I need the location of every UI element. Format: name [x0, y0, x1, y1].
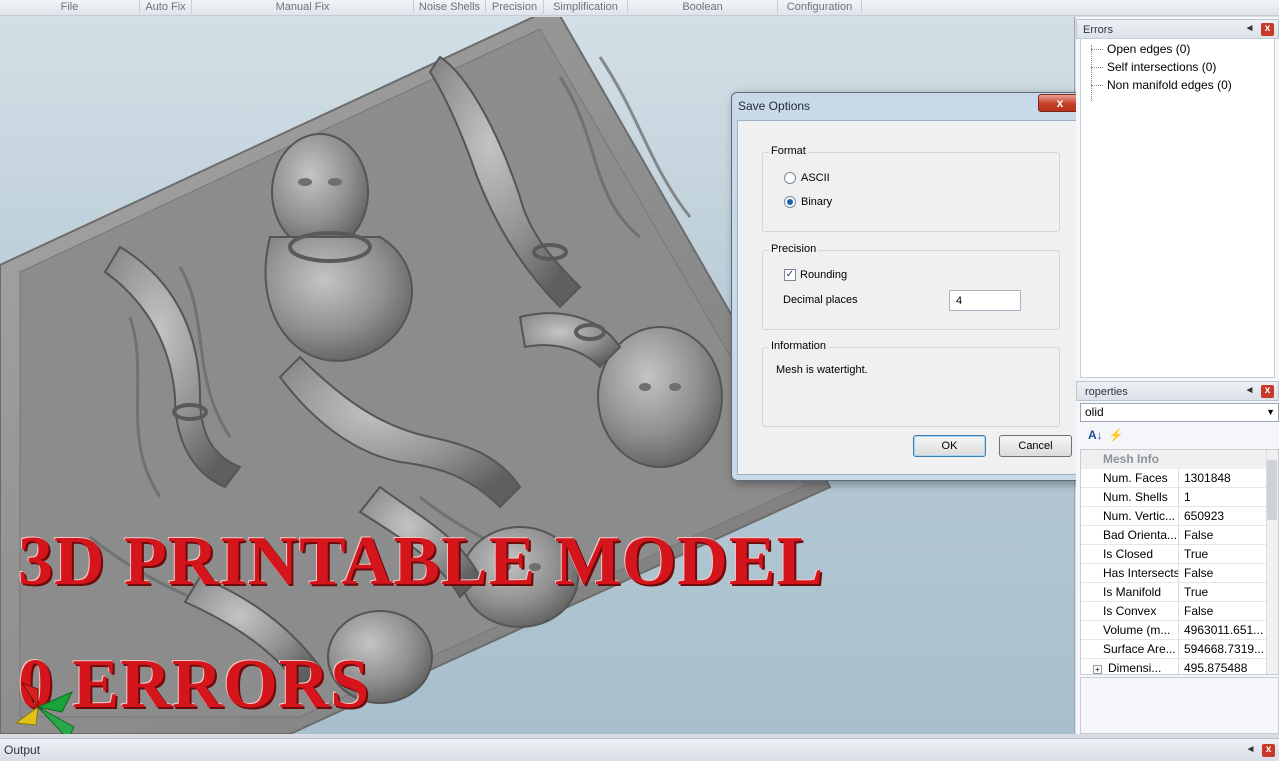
property-value: 495.875488 [1184, 661, 1248, 675]
property-row-dimensions[interactable]: + Dimensi... 495.875488 [1081, 659, 1278, 675]
errors-tree: Open edges (0) Self intersections (0) No… [1080, 38, 1275, 378]
property-value: True [1184, 547, 1209, 561]
property-row[interactable]: Num. Faces 1301848 [1081, 469, 1278, 488]
property-value: False [1184, 528, 1214, 542]
radio-ascii-indicator [784, 172, 796, 184]
pin-icon[interactable]: ◄ [1243, 23, 1256, 36]
format-group: Format ASCII Binary [762, 145, 1060, 232]
property-name-text: Dimensi... [1108, 661, 1162, 675]
property-value: True [1184, 585, 1209, 599]
properties-grid: Mesh Info Num. Faces 1301848 Num. Shells 1… [1080, 449, 1279, 675]
format-ascii-radio[interactable]: ASCII [784, 172, 830, 184]
ribbon-group-auto-fix[interactable]: Auto Fix [140, 0, 192, 14]
checkmark-icon: ✓ [784, 269, 796, 281]
close-icon: x [1056, 96, 1064, 110]
property-name: + Dimensi... [1081, 659, 1179, 675]
precision-group-label: Precision [769, 243, 819, 255]
format-group-label: Format [769, 145, 808, 157]
properties-toolbar: A↓ ⚡ [1080, 424, 1279, 446]
ribbon-group-simplification[interactable]: Simplification [544, 0, 628, 14]
cancel-button[interactable]: Cancel [999, 435, 1072, 457]
property-row[interactable]: Num. Vertic... 650923 [1081, 507, 1278, 526]
property-row[interactable]: Is Manifold True [1081, 583, 1278, 602]
property-row[interactable]: Has Intersects False [1081, 564, 1278, 583]
property-name: Num. Faces [1081, 469, 1179, 487]
close-icon[interactable]: x [1261, 385, 1274, 398]
format-binary-radio[interactable]: Binary [784, 196, 832, 208]
properties-panel-title: roperties [1085, 386, 1128, 398]
close-icon[interactable]: x [1262, 744, 1275, 757]
property-name: Has Intersects [1081, 564, 1179, 582]
information-group: Information Mesh is watertight. [762, 340, 1060, 427]
property-name: Num. Vertic... [1081, 507, 1179, 525]
pin-icon[interactable]: ◄ [1244, 744, 1257, 757]
category-mesh-info[interactable]: Mesh Info [1081, 450, 1278, 469]
information-group-label: Information [769, 340, 829, 352]
format-ascii-label: ASCII [801, 172, 830, 184]
property-name: Is Closed [1081, 545, 1179, 563]
output-panel-title: Output [4, 743, 41, 757]
property-value: False [1184, 566, 1214, 580]
property-row[interactable]: Is Closed True [1081, 545, 1278, 564]
save-options-dialog: Save Options x Format ASCII Binary Preci… [731, 92, 1089, 481]
expand-icon[interactable]: + [1093, 665, 1102, 674]
lightning-icon[interactable]: ⚡ [1109, 428, 1124, 442]
property-name: Surface Are... [1081, 640, 1179, 658]
information-text: Mesh is watertight. [776, 364, 868, 376]
ribbon-group-configuration[interactable]: Configuration [778, 0, 862, 14]
format-binary-label: Binary [801, 196, 833, 208]
object-selector-value: olid [1085, 405, 1104, 419]
errors-panel-title: Errors [1083, 24, 1113, 36]
property-value: 4963011.651... [1184, 623, 1264, 637]
pin-icon[interactable]: ◄ [1243, 385, 1256, 398]
properties-panel-header: roperties ◄ x [1076, 381, 1279, 401]
axis-triad-icon [14, 681, 75, 734]
scrollbar-thumb[interactable] [1267, 460, 1277, 520]
dialog-body: Format ASCII Binary Precision ✓ Rounding… [737, 120, 1083, 475]
errors-panel-header: Errors ◄ x [1076, 19, 1279, 39]
property-row[interactable]: Volume (m... 4963011.651... [1081, 621, 1278, 640]
property-value: False [1184, 604, 1214, 618]
chevron-down-icon: ▼ [1266, 407, 1275, 417]
tree-item-non-manifold-edges[interactable]: Non manifold edges (0) [1087, 78, 1232, 92]
property-row[interactable]: Is Convex False [1081, 602, 1278, 621]
property-value: 650923 [1184, 509, 1225, 523]
ribbon-group-boolean[interactable]: Boolean [628, 0, 778, 14]
rounding-label: Rounding [800, 269, 848, 281]
decimal-places-label: Decimal places [783, 294, 858, 306]
property-row[interactable]: Num. Shells 1 [1081, 488, 1278, 507]
tree-item-open-edges[interactable]: Open edges (0) [1087, 42, 1190, 56]
property-value: 1301848 [1184, 471, 1231, 485]
ok-button[interactable]: OK [913, 435, 986, 457]
output-panel-header: Output ◄ x [0, 738, 1279, 761]
property-value: 594668.7319... [1184, 642, 1265, 656]
object-selector[interactable]: olid ▼ [1080, 403, 1279, 422]
radio-binary-indicator [784, 196, 796, 208]
property-name: Is Convex [1081, 602, 1179, 620]
ribbon-group-manual-fix[interactable]: Manual Fix [192, 0, 414, 14]
sort-alphabetical-icon[interactable]: A↓ [1088, 428, 1103, 442]
tree-item-self-intersections[interactable]: Self intersections (0) [1087, 60, 1216, 74]
property-value: 1 [1184, 490, 1191, 504]
ribbon-bar: File Auto Fix Manual Fix Noise Shells Pr… [0, 0, 1279, 16]
precision-group: Precision ✓ Rounding Decimal places [762, 243, 1060, 330]
close-icon[interactable]: x [1261, 23, 1274, 36]
property-description-area [1080, 677, 1279, 734]
property-name: Volume (m... [1081, 621, 1179, 639]
property-row[interactable]: Surface Are... 594668.7319... [1081, 640, 1278, 659]
right-dock: Errors ◄ x Open edges (0) Self intersect… [1076, 17, 1279, 734]
overlay-headline: 3D PRINTABLE MODEL [18, 523, 825, 600]
ribbon-group-file[interactable]: File [0, 0, 140, 14]
property-name: Is Manifold [1081, 583, 1179, 601]
rounding-checkbox[interactable]: ✓ Rounding [784, 269, 847, 281]
property-row[interactable]: Bad Orienta... False [1081, 526, 1278, 545]
properties-scrollbar[interactable] [1266, 450, 1278, 674]
property-name: Bad Orienta... [1081, 526, 1179, 544]
decimal-places-input[interactable] [949, 290, 1021, 311]
ribbon-group-precision[interactable]: Precision [486, 0, 544, 14]
dialog-title: Save Options [738, 99, 811, 113]
ribbon-group-noise-shells[interactable]: Noise Shells [414, 0, 486, 14]
property-name: Num. Shells [1081, 488, 1179, 506]
